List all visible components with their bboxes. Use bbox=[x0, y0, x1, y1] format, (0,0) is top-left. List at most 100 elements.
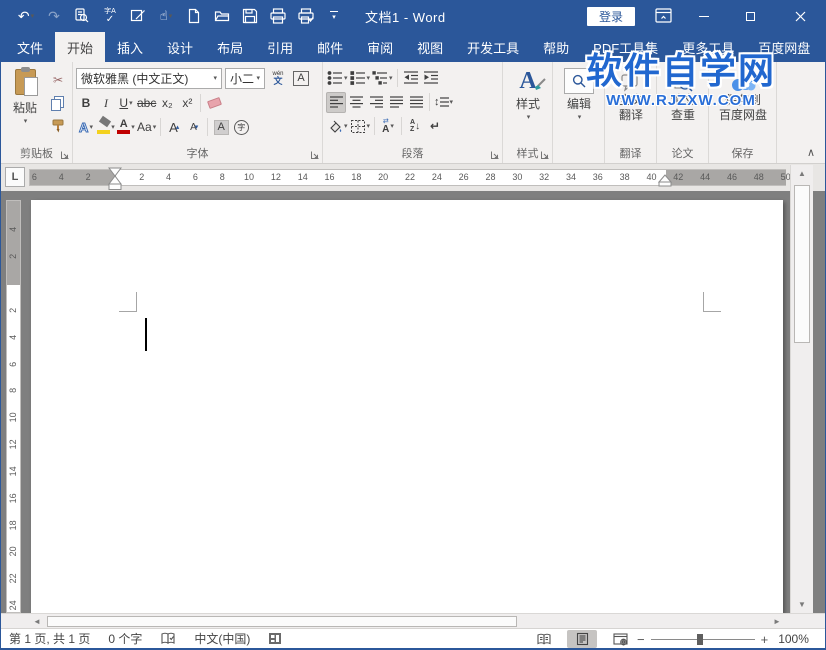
sort-button[interactable]: AZ ↓ bbox=[405, 116, 425, 137]
ribbon-tab[interactable]: 插入 bbox=[105, 32, 155, 62]
align-center-button[interactable] bbox=[346, 92, 366, 113]
strikethrough-button[interactable]: abc bbox=[136, 93, 157, 114]
ribbon-tab[interactable]: 邮件 bbox=[305, 32, 355, 62]
decrease-indent-button[interactable] bbox=[401, 67, 421, 88]
collapse-ribbon-button[interactable]: ∧ bbox=[807, 146, 815, 159]
highlight-color-button[interactable]: ▾ bbox=[96, 117, 116, 138]
italic-button[interactable]: I bbox=[96, 93, 116, 114]
undo-dropdown-icon[interactable]: ▾ bbox=[31, 12, 35, 20]
paragraph-dialog-launcher[interactable] bbox=[490, 150, 500, 160]
repeat-button[interactable]: ↷ bbox=[43, 5, 65, 27]
touch-dropdown-icon[interactable]: ▾ bbox=[169, 12, 173, 20]
save-to-netdisk-button[interactable]: 保存到 百度网盘 bbox=[712, 65, 774, 141]
language-indicator[interactable]: 中文(中国) bbox=[194, 630, 250, 647]
ribbon-tab[interactable]: 设计 bbox=[155, 32, 205, 62]
line-spacing-button[interactable]: ↕ ▾ bbox=[433, 92, 454, 113]
open-button[interactable] bbox=[211, 5, 233, 27]
superscript-button[interactable]: x² bbox=[177, 93, 197, 114]
vertical-scroll-thumb[interactable] bbox=[794, 185, 810, 343]
quick-print-button[interactable] bbox=[267, 5, 289, 27]
sign-in-button[interactable]: 登录 bbox=[587, 7, 636, 26]
web-layout-button[interactable] bbox=[605, 630, 635, 648]
ribbon-tab[interactable]: 开始 bbox=[55, 32, 106, 62]
asian-layout-button[interactable]: ⇄ A ▾ bbox=[378, 116, 398, 137]
close-button[interactable] bbox=[783, 0, 817, 32]
font-name-select[interactable]: 微软雅黑 (中文正文) ▾ bbox=[76, 67, 222, 89]
ribbon-tab[interactable]: 百度网盘 bbox=[746, 32, 822, 62]
ribbon-display-options-button[interactable] bbox=[655, 8, 672, 23]
right-indent-marker[interactable] bbox=[658, 168, 672, 188]
ribbon-tab[interactable]: PDF工具集 bbox=[581, 32, 670, 62]
shrink-font-button[interactable]: A ▾ bbox=[184, 117, 204, 138]
ribbon-tab[interactable]: 文件 bbox=[5, 32, 55, 62]
align-left-button[interactable] bbox=[326, 91, 346, 113]
character-shading-button[interactable]: A bbox=[211, 117, 231, 138]
zoom-slider[interactable] bbox=[650, 632, 755, 646]
enclose-characters-button[interactable]: 字 bbox=[231, 117, 251, 138]
horizontal-scroll-thumb[interactable] bbox=[47, 616, 517, 627]
touch-mouse-mode-button[interactable]: ☝ ▾ bbox=[155, 5, 177, 27]
read-mode-button[interactable] bbox=[529, 630, 559, 648]
zoom-out-button[interactable]: − bbox=[637, 632, 645, 647]
maximize-button[interactable] bbox=[733, 0, 767, 32]
distribute-button[interactable] bbox=[406, 92, 426, 113]
full-text-translate-button[interactable]: 全文 翻译 bbox=[608, 65, 654, 141]
proofing-status[interactable] bbox=[160, 632, 176, 646]
undo-button[interactable]: ↶ ▾ bbox=[15, 5, 37, 27]
ribbon-tab[interactable]: 布局 bbox=[205, 32, 255, 62]
zoom-percentage[interactable]: 100% bbox=[778, 632, 809, 646]
ribbon-tab[interactable]: 引用 bbox=[255, 32, 305, 62]
vertical-scrollbar[interactable]: ▲ ▼ bbox=[790, 165, 813, 613]
zoom-slider-thumb[interactable] bbox=[696, 634, 703, 645]
ribbon-tab[interactable]: 更多工具 bbox=[670, 32, 746, 62]
print-preview-button[interactable] bbox=[71, 5, 93, 27]
minimize-button[interactable] bbox=[687, 0, 721, 32]
increase-indent-button[interactable] bbox=[421, 67, 441, 88]
new-document-button[interactable] bbox=[183, 5, 205, 27]
tell-me-box[interactable]: 告诉我 bbox=[822, 32, 825, 62]
paper-check-button[interactable]: 论文 查重 bbox=[660, 65, 706, 141]
paste-button[interactable]: 粘贴 ▾ bbox=[4, 65, 46, 141]
show-hide-marks-button[interactable]: ↵ bbox=[425, 116, 445, 137]
scroll-down-button[interactable]: ▼ bbox=[791, 596, 813, 613]
ribbon-tab[interactable]: 开发工具 bbox=[455, 32, 531, 62]
font-size-select[interactable]: 小二 ▾ bbox=[225, 67, 265, 89]
underline-button[interactable]: U ▾ bbox=[116, 93, 136, 114]
page-indicator[interactable]: 第 1 页, 共 1 页 bbox=[9, 630, 90, 647]
grow-font-button[interactable]: A ▴ bbox=[164, 117, 184, 138]
text-effects-button[interactable]: A ▾ bbox=[76, 117, 96, 138]
align-right-button[interactable] bbox=[366, 92, 386, 113]
borders-button[interactable]: ▾ bbox=[349, 116, 372, 137]
format-painter-button[interactable] bbox=[48, 116, 68, 137]
character-border-button[interactable]: A bbox=[291, 68, 311, 89]
horizontal-ruler[interactable]: L 6 4 2 2 4 6 8 10 12 14 16 18 20 22 24 26 28 30 32 34 36 38 4… bbox=[1, 164, 825, 191]
print-preview-edit-button[interactable] bbox=[295, 5, 317, 27]
document-page[interactable] bbox=[31, 200, 783, 613]
copy-button[interactable] bbox=[48, 93, 68, 114]
ribbon-tab[interactable]: 审阅 bbox=[355, 32, 405, 62]
styles-button[interactable]: A 样式 ▾ bbox=[506, 65, 550, 141]
justify-button[interactable] bbox=[386, 92, 406, 113]
customize-quick-access-button[interactable]: ▾ bbox=[323, 5, 345, 27]
editing-button[interactable]: 编辑 ▾ bbox=[556, 65, 602, 141]
font-color-button[interactable]: A ▾ bbox=[116, 117, 136, 138]
scroll-up-button[interactable]: ▲ bbox=[791, 165, 813, 182]
indent-markers[interactable] bbox=[107, 167, 122, 191]
numbering-button[interactable]: ▾ bbox=[349, 67, 372, 88]
save-button[interactable] bbox=[239, 5, 261, 27]
scroll-right-button[interactable]: ► bbox=[769, 615, 785, 628]
cut-button[interactable]: ✂ bbox=[48, 70, 68, 91]
ribbon-tab[interactable]: 视图 bbox=[405, 32, 455, 62]
track-changes-button[interactable] bbox=[127, 5, 149, 27]
print-layout-button[interactable] bbox=[567, 630, 597, 648]
bold-button[interactable]: B bbox=[76, 93, 96, 114]
clipboard-dialog-launcher[interactable] bbox=[60, 150, 70, 160]
zoom-in-button[interactable]: + bbox=[761, 632, 769, 647]
scroll-left-button[interactable]: ◄ bbox=[29, 615, 45, 628]
subscript-button[interactable]: x₂ bbox=[157, 93, 177, 114]
input-mode-indicator[interactable] bbox=[268, 632, 282, 645]
font-dialog-launcher[interactable] bbox=[310, 150, 320, 160]
spelling-grammar-button[interactable]: 字A ✓ bbox=[99, 5, 121, 27]
clear-formatting-button[interactable] bbox=[204, 93, 224, 114]
multilevel-list-button[interactable]: ▾ bbox=[371, 67, 394, 88]
